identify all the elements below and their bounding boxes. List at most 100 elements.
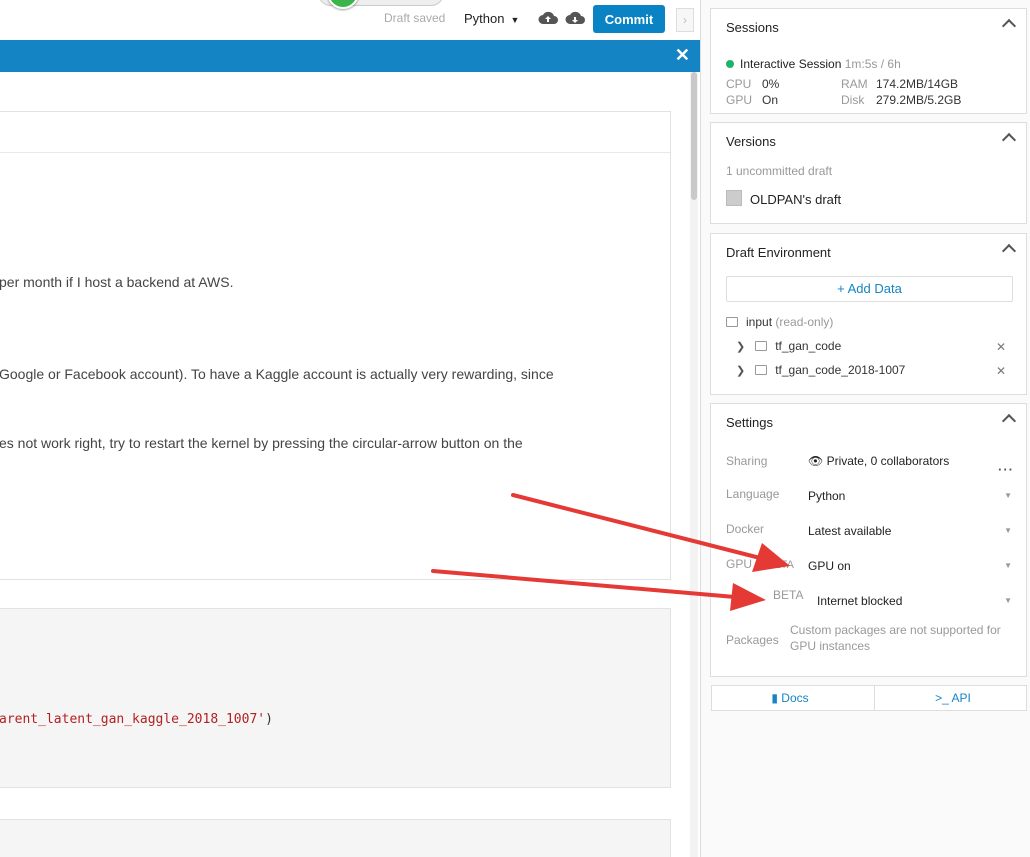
beta-badge: BETA bbox=[773, 588, 804, 602]
ram-stat: RAM 174.2MB/14GB bbox=[841, 77, 958, 91]
sessions-title: Sessions bbox=[726, 20, 779, 35]
cloud-download-icon[interactable] bbox=[565, 10, 585, 26]
scroll-thumb[interactable] bbox=[691, 72, 697, 200]
sharing-value[interactable]: 👁 Private, 0 collaborators bbox=[808, 454, 949, 468]
commit-button[interactable]: Commit bbox=[593, 5, 665, 33]
draft-item[interactable]: OLDPAN's draft bbox=[726, 190, 841, 207]
footer-links: ▮ Docs >_ API bbox=[711, 685, 1027, 711]
settings-card: Settings Sharing 👁 Private, 0 collaborat… bbox=[710, 403, 1027, 677]
language-dropdown[interactable]: Python ▼ bbox=[464, 11, 519, 26]
cell-divider bbox=[0, 152, 670, 153]
add-data-button[interactable]: + Add Data bbox=[726, 276, 1013, 302]
caret-down-icon[interactable]: ▼ bbox=[1004, 596, 1012, 605]
language-select[interactable]: Python bbox=[808, 489, 845, 503]
gpu-value: On bbox=[762, 93, 779, 107]
disk-value: 279.2MB/5.2GB bbox=[876, 93, 962, 107]
session-elapsed: 1m:5s / 6h bbox=[844, 57, 901, 71]
chevron-right-icon[interactable]: ❯ bbox=[736, 364, 745, 377]
ram-value: 174.2MB/14GB bbox=[876, 77, 959, 91]
ram-label: RAM bbox=[841, 77, 868, 91]
language-label: Language bbox=[726, 487, 780, 501]
draft-environment-card: Draft Environment + Add Data input (read… bbox=[710, 233, 1027, 395]
api-button[interactable]: >_ API bbox=[875, 686, 1030, 710]
folder-icon bbox=[726, 317, 738, 327]
dataset-item[interactable]: ❯ tf_gan_code_2018-1007 bbox=[736, 363, 905, 377]
settings-title: Settings bbox=[726, 415, 773, 430]
draft-saved-status: Draft saved bbox=[384, 11, 446, 25]
markdown-line: es not work right, try to restart the ke… bbox=[0, 435, 523, 451]
language-dropdown-label: Python bbox=[464, 11, 505, 26]
cpu-label: CPU bbox=[726, 77, 752, 91]
folder-icon bbox=[755, 341, 768, 351]
docs-label: Docs bbox=[781, 691, 809, 705]
api-label: API bbox=[951, 691, 971, 705]
caret-down-icon[interactable]: ▼ bbox=[1004, 526, 1012, 535]
internet-select[interactable]: Internet blocked bbox=[817, 594, 902, 608]
packages-note: Custom packages are not supported for GP… bbox=[790, 623, 1001, 653]
code-line: arent_latent_gan_kaggle_2018_1007') bbox=[0, 712, 273, 727]
read-only-note: (read-only) bbox=[775, 315, 834, 329]
chevron-right-icon[interactable]: ❯ bbox=[736, 340, 745, 353]
gpu-stat: GPU On bbox=[726, 93, 778, 107]
sessions-card: Sessions Interactive Session 1m:5s / 6h … bbox=[710, 8, 1027, 114]
packages-label: Packages bbox=[726, 633, 779, 647]
input-label: input bbox=[746, 315, 773, 329]
info-banner: ✕ bbox=[0, 40, 700, 72]
more-icon[interactable]: ··· bbox=[998, 462, 1014, 477]
gpu-label: GPU BETA bbox=[726, 557, 794, 571]
draft-name: OLDPAN's draft bbox=[750, 192, 842, 207]
beta-badge: BETA bbox=[766, 559, 794, 571]
caret-down-icon[interactable]: ▼ bbox=[1004, 561, 1012, 570]
gpu-select[interactable]: GPU on bbox=[808, 559, 851, 573]
gpu-label: GPU bbox=[726, 93, 753, 107]
scrollbar[interactable] bbox=[690, 72, 698, 857]
right-sidebar: Sessions Interactive Session 1m:5s / 6h … bbox=[701, 0, 1030, 857]
gpu-label-text: GPU bbox=[726, 557, 753, 571]
disk-label: Disk bbox=[841, 93, 865, 107]
sharing-label: Sharing bbox=[726, 454, 768, 468]
session-label: Interactive Session bbox=[740, 57, 842, 71]
input-folder[interactable]: input (read-only) bbox=[726, 315, 833, 329]
session-status: Interactive Session 1m:5s / 6h bbox=[726, 57, 901, 71]
notebook-editor: per month if I host a backend at AWS. Go… bbox=[0, 72, 700, 857]
environment-title: Draft Environment bbox=[726, 245, 831, 260]
docs-button[interactable]: ▮ Docs bbox=[712, 686, 868, 710]
close-icon[interactable]: ✕ bbox=[675, 45, 690, 66]
versions-title: Versions bbox=[726, 134, 776, 149]
status-dot-icon bbox=[726, 60, 734, 68]
toggle-knob[interactable] bbox=[327, 0, 359, 9]
folder-icon bbox=[755, 365, 768, 375]
versions-card: Versions 1 uncommitted draft OLDPAN's dr… bbox=[710, 122, 1027, 224]
dataset-item[interactable]: ❯ tf_gan_code bbox=[736, 339, 841, 353]
cloud-upload-icon[interactable] bbox=[538, 10, 558, 26]
code-paren: ) bbox=[265, 712, 273, 727]
cpu-value: 0% bbox=[762, 77, 780, 91]
chevron-up-icon[interactable] bbox=[1001, 18, 1017, 34]
docker-select[interactable]: Latest available bbox=[808, 524, 891, 538]
disk-stat: Disk 279.2MB/5.2GB bbox=[841, 93, 961, 107]
eye-icon: 👁 bbox=[808, 454, 824, 468]
chevron-up-icon[interactable] bbox=[1001, 243, 1017, 259]
cpu-stat: CPU 0% bbox=[726, 77, 779, 91]
uncommitted-count: 1 uncommitted draft bbox=[726, 164, 833, 178]
code-cell[interactable]: arent_latent_gan_kaggle_2018_1007') bbox=[0, 608, 671, 788]
dataset-name: tf_gan_code bbox=[775, 339, 842, 353]
top-toolbar: Draft saved Python ▼ Commit › bbox=[0, 0, 700, 40]
chevron-up-icon[interactable] bbox=[1001, 413, 1017, 429]
session-toggle[interactable] bbox=[318, 0, 444, 9]
terminal-icon: >_ bbox=[935, 691, 949, 705]
code-cell[interactable] bbox=[0, 819, 671, 857]
sharing-text: Private, 0 collaborators bbox=[826, 454, 950, 468]
dataset-name: tf_gan_code_2018-1007 bbox=[775, 363, 906, 377]
caret-down-icon[interactable]: ▼ bbox=[1004, 491, 1012, 500]
markdown-line: Google or Facebook account). To have a K… bbox=[0, 366, 554, 382]
chevron-up-icon[interactable] bbox=[1001, 132, 1017, 148]
chevron-right-icon[interactable]: › bbox=[676, 8, 694, 32]
remove-icon[interactable]: ✕ bbox=[996, 340, 1006, 354]
caret-down-icon: ▼ bbox=[510, 15, 520, 25]
markdown-cell[interactable]: per month if I host a backend at AWS. Go… bbox=[0, 111, 671, 580]
book-icon: ▮ bbox=[771, 691, 778, 705]
avatar bbox=[726, 190, 742, 206]
remove-icon[interactable]: ✕ bbox=[996, 364, 1006, 378]
code-string: arent_latent_gan_kaggle_2018_1007' bbox=[0, 712, 266, 727]
